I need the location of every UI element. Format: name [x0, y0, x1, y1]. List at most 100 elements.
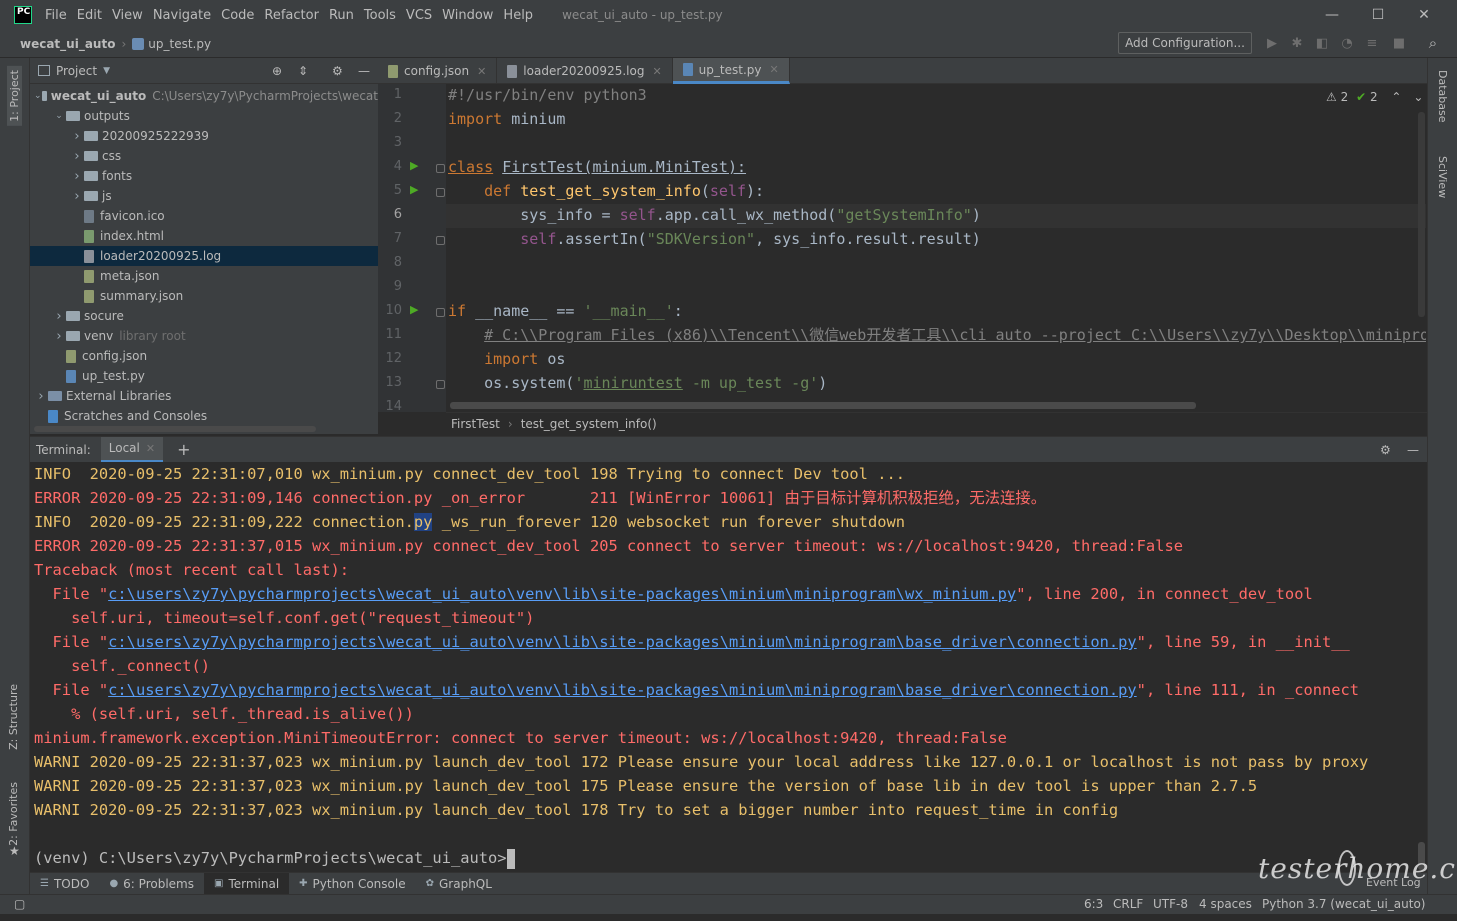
- tree-item[interactable]: ⌄ outputs: [30, 106, 378, 126]
- debug-icon[interactable]: ✱: [1288, 34, 1306, 52]
- todo-tab[interactable]: ☰ TODO: [30, 873, 99, 895]
- database-tool-tab[interactable]: Database: [1436, 70, 1449, 123]
- nav-project[interactable]: wecat_ui_auto: [0, 37, 115, 51]
- gear-icon[interactable]: ⚙: [1380, 443, 1391, 457]
- editor-vertical-scrollbar[interactable]: [1418, 112, 1425, 317]
- collapse-all-icon[interactable]: ⇕: [298, 64, 308, 78]
- tree-horizontal-scrollbar[interactable]: [34, 426, 316, 432]
- panel-toggle-icon[interactable]: ▢: [14, 897, 25, 911]
- tree-item[interactable]: meta.json: [30, 266, 378, 286]
- breadcrumb-method[interactable]: test_get_system_info(): [521, 417, 657, 431]
- tree-item[interactable]: summary.json: [30, 286, 378, 306]
- chevron-down-icon[interactable]: ▼: [103, 66, 110, 76]
- tree-item[interactable]: › socure: [30, 306, 378, 326]
- close-button[interactable]: ✕: [1401, 0, 1447, 30]
- tree-item[interactable]: loader20200925.log: [30, 246, 378, 266]
- menu-navigate[interactable]: Navigate: [148, 8, 216, 23]
- editor-horizontal-scrollbar[interactable]: [450, 402, 1196, 409]
- tree-item[interactable]: › css: [30, 146, 378, 166]
- add-configuration-button[interactable]: Add Configuration...: [1118, 32, 1252, 54]
- locate-icon[interactable]: ⊕: [272, 64, 282, 78]
- search-icon[interactable]: ⌕: [1424, 34, 1442, 52]
- chevron-down-icon[interactable]: ⌄: [1413, 90, 1423, 104]
- terminal-tab-local[interactable]: Local ✕: [100, 436, 164, 463]
- fold-icon[interactable]: [436, 164, 445, 173]
- indent-setting[interactable]: 4 spaces: [1199, 897, 1252, 911]
- line-separator[interactable]: CRLF: [1113, 897, 1143, 911]
- fold-icon[interactable]: [436, 308, 445, 317]
- graphql-tab[interactable]: ✿ GraphQL: [416, 873, 502, 895]
- python-interpreter[interactable]: Python 3.7 (wecat_ui_auto): [1262, 897, 1425, 911]
- menu-vcs[interactable]: VCS: [401, 8, 437, 23]
- menu-run[interactable]: Run: [324, 8, 359, 23]
- chevron-right-icon[interactable]: ›: [34, 389, 48, 404]
- run-gutter-icon[interactable]: ▶: [410, 159, 418, 172]
- run-gutter-icon[interactable]: ▶: [410, 303, 418, 316]
- menu-refactor[interactable]: Refactor: [259, 8, 324, 23]
- chevron-right-icon[interactable]: ›: [70, 149, 84, 164]
- file-encoding[interactable]: UTF-8: [1153, 897, 1188, 911]
- fold-icon[interactable]: [436, 188, 445, 197]
- project-panel-title[interactable]: Project: [56, 64, 97, 78]
- menu-file[interactable]: File: [40, 8, 72, 23]
- hide-panel-icon[interactable]: —: [1407, 443, 1419, 457]
- tree-item[interactable]: index.html: [30, 226, 378, 246]
- coverage-icon[interactable]: ◧: [1313, 34, 1331, 52]
- traceback-link[interactable]: c:\users\zy7y\pycharmprojects\wecat_ui_a…: [108, 585, 1016, 603]
- run-icon[interactable]: ▶: [1263, 34, 1281, 52]
- fold-icon[interactable]: [436, 236, 445, 245]
- menu-view[interactable]: View: [107, 8, 148, 23]
- tab-loader-log[interactable]: loader20200925.log ✕: [497, 58, 673, 84]
- chevron-right-icon[interactable]: ›: [70, 169, 84, 184]
- code-editor[interactable]: #!/usr/bin/env python3 import minium cla…: [446, 84, 1426, 404]
- close-icon[interactable]: ✕: [477, 65, 486, 78]
- python-console-tab[interactable]: ✚ Python Console: [289, 873, 415, 895]
- close-icon[interactable]: ✕: [769, 63, 778, 76]
- problems-tab[interactable]: ● 6: Problems: [99, 873, 204, 895]
- favorites-tool-tab[interactable]: 2: Favorites: [7, 782, 20, 846]
- tree-item[interactable]: config.json: [30, 346, 378, 366]
- tree-item[interactable]: › js: [30, 186, 378, 206]
- tab-config-json[interactable]: config.json ✕: [378, 58, 498, 84]
- maximize-button[interactable]: ☐: [1355, 0, 1401, 30]
- nav-file[interactable]: up_test.py: [148, 37, 211, 51]
- menu-tools[interactable]: Tools: [359, 8, 401, 23]
- tree-item[interactable]: up_test.py: [30, 366, 378, 386]
- stop-icon[interactable]: ■: [1390, 34, 1408, 52]
- menu-edit[interactable]: Edit: [72, 8, 107, 23]
- terminal-output[interactable]: INFO 2020-09-25 22:31:07,010 wx_minium.p…: [30, 462, 1415, 872]
- traceback-link[interactable]: c:\users\zy7y\pycharmprojects\wecat_ui_a…: [108, 633, 1137, 651]
- hide-panel-icon[interactable]: —: [358, 64, 370, 78]
- chevron-down-icon[interactable]: ⌄: [34, 91, 42, 101]
- tree-item[interactable]: Scratches and Consoles: [30, 406, 378, 426]
- close-icon[interactable]: ✕: [652, 65, 661, 78]
- tree-item[interactable]: › External Libraries: [30, 386, 378, 406]
- chevron-right-icon[interactable]: ›: [52, 329, 66, 344]
- chevron-up-icon[interactable]: ⌃: [1391, 90, 1401, 104]
- tree-item[interactable]: favicon.ico: [30, 206, 378, 226]
- tree-item[interactable]: › 20200925222939: [30, 126, 378, 146]
- run-gutter-icon[interactable]: ▶: [410, 183, 418, 196]
- chevron-down-icon[interactable]: ⌄: [52, 111, 66, 121]
- gear-icon[interactable]: ⚙: [332, 64, 343, 78]
- tab-up-test-py[interactable]: up_test.py ✕: [672, 58, 790, 84]
- menu-window[interactable]: Window: [437, 8, 498, 23]
- menu-help[interactable]: Help: [498, 8, 538, 23]
- project-tool-tab[interactable]: 1: Project: [7, 66, 22, 126]
- traceback-link[interactable]: c:\users\zy7y\pycharmprojects\wecat_ui_a…: [108, 681, 1137, 699]
- menu-code[interactable]: Code: [216, 8, 259, 23]
- chevron-right-icon[interactable]: ›: [52, 309, 66, 324]
- tree-item[interactable]: ⌄ wecat_ui_auto C:\Users\zy7y\PycharmProje…: [30, 86, 378, 106]
- new-terminal-icon[interactable]: +: [177, 440, 190, 459]
- inspection-widget[interactable]: ⚠ 2 ✔ 2 ⌃ ⌄: [1326, 90, 1423, 104]
- tree-item[interactable]: › fonts: [30, 166, 378, 186]
- chevron-right-icon[interactable]: ›: [70, 129, 84, 144]
- breadcrumb-class[interactable]: FirstTest: [451, 417, 500, 431]
- structure-tool-tab[interactable]: Z: Structure: [7, 684, 20, 750]
- profile-icon[interactable]: ◔: [1338, 34, 1356, 52]
- tree-item[interactable]: › venv library root: [30, 326, 378, 346]
- sciview-tool-tab[interactable]: SciView: [1436, 156, 1449, 198]
- fold-icon[interactable]: [436, 380, 445, 389]
- close-icon[interactable]: ✕: [146, 442, 155, 455]
- build-icon[interactable]: ≡: [1363, 34, 1381, 52]
